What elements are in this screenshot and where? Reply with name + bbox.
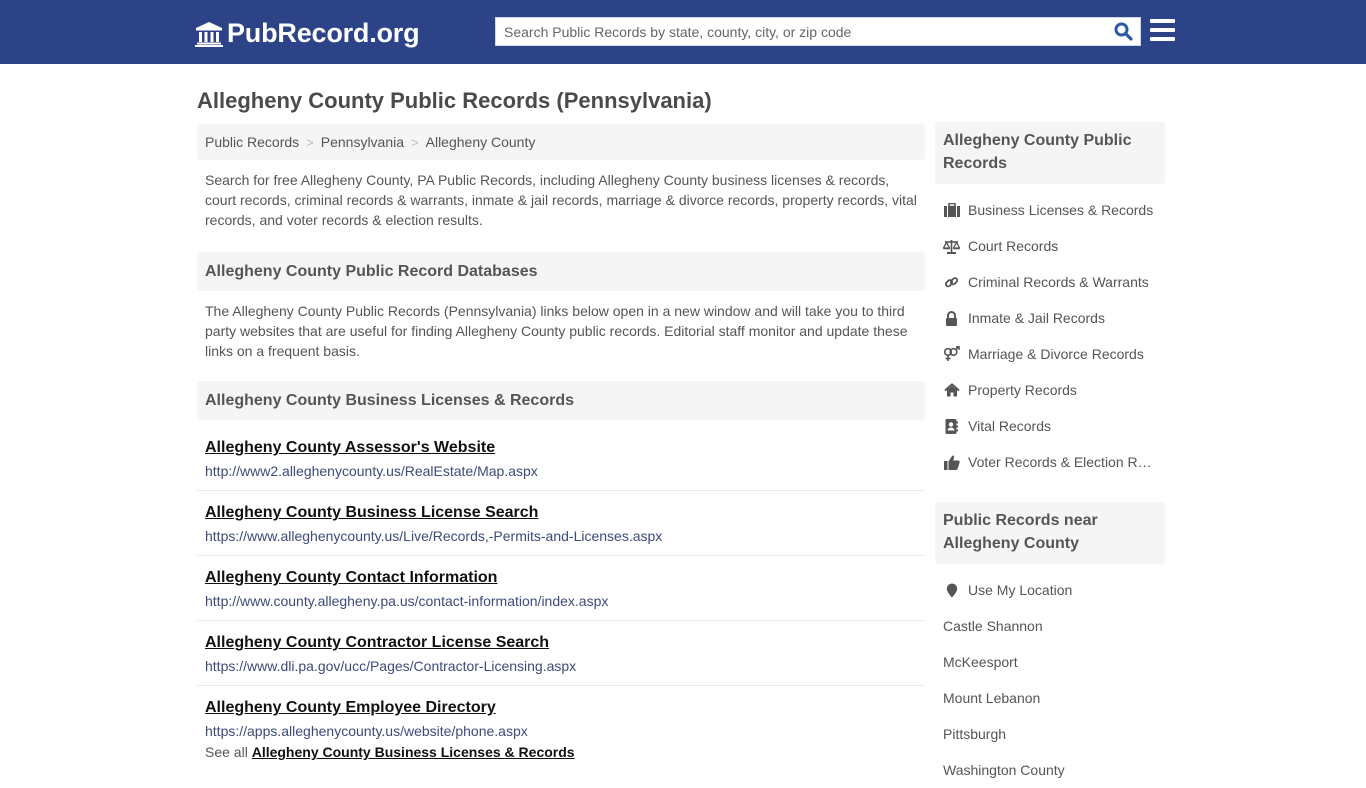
hamburger-menu-button[interactable] [1150, 19, 1175, 42]
nearby-place-link[interactable]: Castle Shannon [935, 608, 1165, 644]
nearby-place-link[interactable]: McKeesport [935, 644, 1165, 680]
sidebar-item-label: Inmate & Jail Records [968, 310, 1105, 326]
search-input[interactable] [496, 18, 1106, 45]
record-link-url: https://apps.alleghenycounty.us/website/… [205, 723, 528, 739]
sidebar-item-label: Voter Records & Election Results [968, 454, 1154, 470]
address-book-icon [943, 418, 960, 434]
page-title: Allegheny County Public Records (Pennsyl… [197, 88, 712, 113]
use-my-location-button[interactable]: Use My Location [935, 572, 1165, 608]
sidebar-item-label: Business Licenses & Records [968, 202, 1154, 218]
breadcrumb: Public Records > Pennsylvania > Alleghen… [197, 124, 925, 160]
sidebar-item-label: Vital Records [968, 418, 1052, 434]
record-link-title[interactable]: Allegheny County Contact Information [205, 564, 917, 590]
menu-bar-line [1150, 28, 1175, 32]
see-all-link[interactable]: Allegheny County Business Licenses & Rec… [252, 744, 575, 760]
nearby-place-link[interactable]: Washington County [935, 752, 1165, 788]
sidebar-item-court-records[interactable]: Court Records [935, 228, 1165, 264]
balance-scale-icon [943, 238, 960, 254]
breadcrumb-separator: > [411, 134, 419, 150]
link-icon [943, 274, 960, 290]
databases-description: The Allegheny County Public Records (Pen… [205, 303, 908, 359]
sidebar-item-inmate-records[interactable]: Inmate & Jail Records [935, 300, 1165, 336]
sidebar-item-label: Criminal Records & Warrants [968, 274, 1149, 290]
list-item: Allegheny County Business License Search… [197, 491, 925, 556]
list-item: Allegheny County Contact Information htt… [197, 556, 925, 621]
lock-icon [943, 310, 960, 326]
sidebar-item-label: Court Records [968, 238, 1059, 254]
nearby-place-link[interactable]: Pittsburgh [935, 716, 1165, 752]
venus-mars-icon [943, 346, 960, 362]
nearby-list: Use My Location Castle Shannon McKeespor… [935, 564, 1165, 788]
site-logo[interactable]: PubRecord.org [195, 18, 420, 49]
business-links-list: Allegheny County Assessor's Website http… [197, 426, 925, 742]
breadcrumb-separator: > [306, 134, 314, 150]
logo-text: PubRecord.org [227, 18, 420, 48]
list-item: Allegheny County Assessor's Website http… [197, 426, 925, 491]
nearby-heading: Public Records near Allegheny County [935, 502, 1165, 564]
record-link-url: https://www.alleghenycounty.us/Live/Reco… [205, 528, 663, 544]
sidebar-item-voter-records[interactable]: Voter Records & Election Results [935, 444, 1165, 480]
record-link-title[interactable]: Allegheny County Assessor's Website [205, 434, 917, 460]
breadcrumb-public-records[interactable]: Public Records [205, 134, 299, 150]
sidebar: Allegheny County Public Records Business… [935, 122, 1165, 788]
search-bar [495, 17, 1141, 46]
sidebar-category-list: Business Licenses & Records Court Record… [935, 184, 1165, 480]
sidebar-item-property-records[interactable]: Property Records [935, 372, 1165, 408]
use-my-location-label: Use My Location [968, 582, 1073, 598]
record-link-url: http://www2.alleghenycounty.us/RealEstat… [205, 463, 538, 479]
sidebar-item-business-licenses[interactable]: Business Licenses & Records [935, 192, 1165, 228]
sidebar-item-marriage-records[interactable]: Marriage & Divorce Records [935, 336, 1165, 372]
menu-bar-line [1150, 37, 1175, 41]
databases-heading: Allegheny County Public Record Databases [197, 252, 925, 291]
sidebar-item-label: Property Records [968, 382, 1077, 398]
breadcrumb-pennsylvania[interactable]: Pennsylvania [321, 134, 404, 150]
list-item: Allegheny County Contractor License Sear… [197, 621, 925, 686]
record-link-url: https://www.dli.pa.gov/ucc/Pages/Contrac… [205, 658, 577, 674]
top-navigation-bar: PubRecord.org [0, 0, 1366, 64]
record-link-url: http://www.county.allegheny.pa.us/contac… [205, 593, 609, 609]
see-all-prefix: See all [205, 744, 248, 760]
record-link-title[interactable]: Allegheny County Employee Directory [205, 694, 917, 720]
breadcrumb-allegheny-county[interactable]: Allegheny County [426, 134, 536, 150]
record-link-title[interactable]: Allegheny County Contractor License Sear… [205, 629, 917, 655]
home-icon [943, 382, 960, 398]
main-content: Public Records > Pennsylvania > Alleghen… [197, 124, 925, 762]
sidebar-item-criminal-records[interactable]: Criminal Records & Warrants [935, 264, 1165, 300]
sidebar-item-vital-records[interactable]: Vital Records [935, 408, 1165, 444]
see-all-row: See all Allegheny County Business Licens… [197, 742, 925, 762]
thumbs-up-icon [943, 454, 960, 470]
record-link-title[interactable]: Allegheny County Business License Search [205, 499, 917, 525]
nearby-place-link[interactable]: Mount Lebanon [935, 680, 1165, 716]
search-icon [1114, 22, 1133, 41]
search-button[interactable] [1106, 18, 1140, 45]
intro-paragraph: Search for free Allegheny County, PA Pub… [205, 172, 917, 228]
menu-bar-line [1150, 19, 1175, 23]
sidebar-item-label: Marriage & Divorce Records [968, 346, 1144, 362]
briefcase-icon [943, 202, 960, 218]
business-records-heading: Allegheny County Business Licenses & Rec… [197, 381, 925, 420]
courthouse-icon [195, 21, 223, 47]
list-item: Allegheny County Employee Directory http… [197, 686, 925, 742]
map-marker-icon [943, 582, 960, 598]
sidebar-heading: Allegheny County Public Records [935, 122, 1165, 184]
